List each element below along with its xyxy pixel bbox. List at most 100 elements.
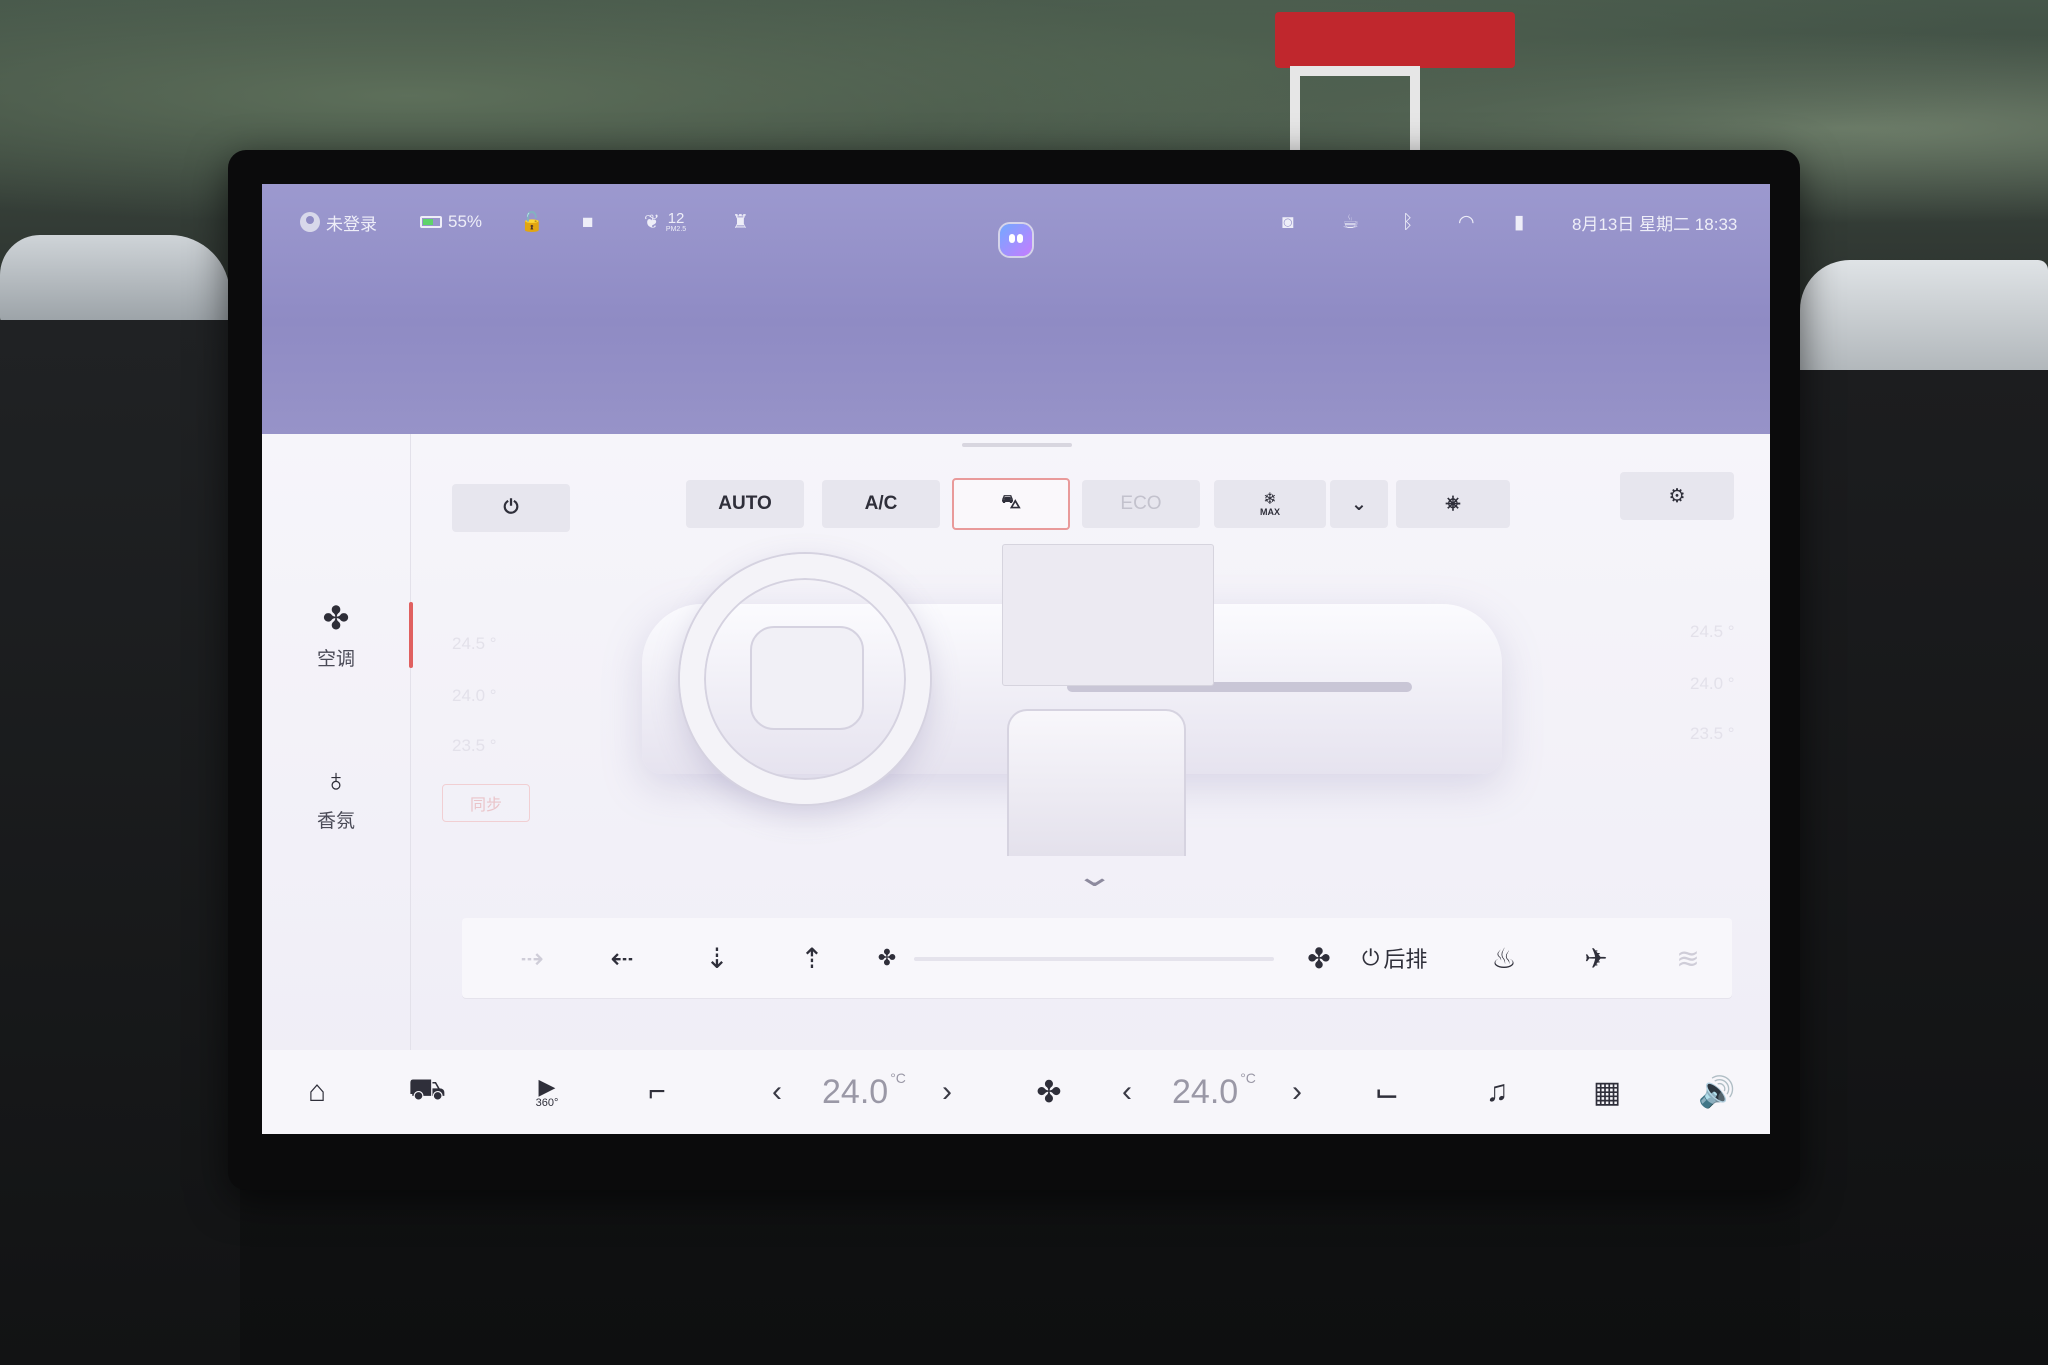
assistant-icon[interactable] xyxy=(1000,224,1032,256)
seat-massage-button[interactable]: ≋ xyxy=(1658,918,1718,998)
home-icon: ⌂ xyxy=(307,1075,327,1108)
camera-360-button[interactable]: ▶ 360° xyxy=(512,1050,582,1134)
alarm-icon: ♜ xyxy=(732,211,750,233)
right-scale-high: 24.5 ° xyxy=(1690,622,1735,641)
user-status[interactable]: 未登录 xyxy=(300,204,377,240)
airflow-bar: ⇢ ⇠ ⇣ ⇡ ✤ ✤ ⏻ 后排 ♨ ✈ ≋ xyxy=(462,918,1732,998)
user-label: 未登录 xyxy=(326,214,377,234)
coffee-status[interactable]: ☕ xyxy=(1342,204,1359,240)
seat-heat-icon: ♨ xyxy=(1491,942,1517,974)
sidebar-item-label: 香氛 xyxy=(316,811,355,832)
car-dashboard-left xyxy=(0,320,240,1365)
camera-status[interactable]: ■ xyxy=(582,204,593,240)
air-quality-status[interactable]: ❦ 12 PM2.5 xyxy=(644,204,686,240)
car-dashboard-right xyxy=(1800,370,2048,1365)
seat-heat-button[interactable]: ♨ xyxy=(1474,918,1534,998)
user-icon xyxy=(300,212,320,232)
coffee-cup-icon: ☕ xyxy=(1342,211,1360,233)
fan-button[interactable]: ✤ xyxy=(1014,1050,1084,1134)
max-defrost-button[interactable]: ❄ MAX xyxy=(1214,480,1326,528)
sidebar-item-label: 空调 xyxy=(316,649,355,670)
clock[interactable]: 8月13日 星期二 18:33 xyxy=(1572,204,1737,240)
airflow-windshield-icon: ⇡ xyxy=(800,942,824,974)
steering-heat-button[interactable]: ⎈ xyxy=(1396,480,1510,528)
right-scale-mid: 24.0 ° xyxy=(1690,674,1735,693)
ac-button[interactable]: A/C xyxy=(822,480,940,528)
background-sign-post xyxy=(1290,66,1420,150)
pm25-value: 12 xyxy=(667,210,685,227)
driver-temp[interactable]: 24.0 °C xyxy=(822,1050,906,1134)
airflow-face-button[interactable]: ⇠ xyxy=(592,918,652,998)
passenger-temp-down[interactable]: ‹ xyxy=(1122,1050,1132,1134)
more-modes-button[interactable]: ⌄ xyxy=(1330,480,1388,528)
driver-temp-up[interactable]: › xyxy=(942,1050,952,1134)
music-icon: ♫ xyxy=(1485,1075,1509,1108)
chevron-down-icon: ⌄ xyxy=(1351,493,1367,515)
right-scale-low: 23.5 ° xyxy=(1690,724,1735,743)
camera-360-label: 360° xyxy=(535,1096,559,1109)
panel-sidebar: ✤ 空调 ♁ 香氛 xyxy=(262,434,411,1050)
passenger-temp-up[interactable]: › xyxy=(1292,1050,1302,1134)
steering-hub-shape xyxy=(750,626,864,730)
volume-button[interactable]: 🔊 xyxy=(1682,1050,1752,1134)
airflow-face-icon: ⇠ xyxy=(610,942,634,974)
seat-vent-button[interactable]: ✈ xyxy=(1566,918,1626,998)
music-button[interactable]: ♫ xyxy=(1462,1050,1532,1134)
home-button[interactable]: ⌂ xyxy=(282,1050,352,1134)
bottom-dock: ⌂ ⛟ ▶ 360° ⌐ ‹ 24.0 °C › ✤ ‹ 24.0 °C › ⌙… xyxy=(262,1050,1770,1134)
panel-drag-handle[interactable] xyxy=(962,443,1072,447)
airflow-windshield-button[interactable]: ⇡ xyxy=(782,918,842,998)
background-car-left xyxy=(0,235,230,325)
signal-icon: ▮ xyxy=(1514,211,1525,233)
mirror-icon: ◙ xyxy=(1282,211,1294,233)
seat-right-icon: ⌙ xyxy=(1374,1075,1400,1109)
passenger-temp[interactable]: 24.0 °C xyxy=(1172,1050,1256,1134)
rear-climate-button[interactable]: ⏻ 后排 xyxy=(1362,918,1427,998)
steering-wheel-icon: ⎈ xyxy=(1445,493,1461,514)
driver-temp-down[interactable]: ‹ xyxy=(772,1050,782,1134)
battery-label: 55% xyxy=(448,212,483,231)
max-label: MAX xyxy=(1260,506,1280,517)
leaf-icon: ❦ xyxy=(644,211,660,233)
car-recirculation-icon: ⛍ xyxy=(1001,492,1021,513)
left-scale-mid: 24.0 ° xyxy=(452,686,497,705)
left-scale-high: 24.5 ° xyxy=(452,634,497,653)
camera-360-icon: ▶ xyxy=(538,1073,556,1099)
seat-vent-icon: ✈ xyxy=(1584,942,1608,974)
sidebar-item-climate[interactable]: ✤ 空调 xyxy=(262,602,410,671)
sync-button[interactable]: 同步 xyxy=(442,784,530,822)
vehicle-button[interactable]: ⛟ xyxy=(392,1050,462,1134)
gear-icon: ⚙ xyxy=(1668,485,1686,507)
apps-button[interactable]: ▦ xyxy=(1572,1050,1642,1134)
airflow-auto-icon: ⇢ xyxy=(520,942,544,974)
climate-settings-button[interactable]: ⚙ xyxy=(1620,472,1734,520)
expand-chevron-icon[interactable]: ⌄ xyxy=(1074,859,1114,894)
centre-console-shape xyxy=(1007,709,1186,856)
airflow-feet-button[interactable]: ⇣ xyxy=(687,918,747,998)
passenger-seat-button[interactable]: ⌙ xyxy=(1352,1050,1422,1134)
sidebar-item-fragrance[interactable]: ♁ 香氛 xyxy=(262,764,410,833)
eco-button[interactable]: ECO xyxy=(1082,480,1200,528)
car-icon: ⛟ xyxy=(408,1073,446,1106)
infotainment-screen: 未登录 55% 🔓 ■ ❦ 12 PM2.5 ♜ ◙ ☕ ᛒ ◠ ▮ 8月13日… xyxy=(262,184,1770,1134)
wifi-icon: ◠ xyxy=(1458,211,1475,233)
power-button[interactable]: ⏻ xyxy=(452,484,570,532)
centre-display-shape xyxy=(1002,544,1214,686)
background-sign xyxy=(1275,12,1515,68)
mirror-status[interactable]: ◙ xyxy=(1282,204,1293,240)
unlock-status[interactable]: 🔓 xyxy=(520,204,544,240)
wifi-status[interactable]: ◠ xyxy=(1458,204,1475,240)
pm25-label: PM2.5 xyxy=(665,226,687,233)
fragrance-icon: ♁ xyxy=(324,762,348,798)
alarm-status[interactable]: ♜ xyxy=(732,204,749,240)
camera-icon: ■ xyxy=(582,211,594,233)
fan-low-icon: ✤ xyxy=(877,945,897,970)
bluetooth-status[interactable]: ᛒ xyxy=(1402,204,1413,240)
recirculation-button[interactable]: ⛍ xyxy=(952,478,1070,530)
auto-button[interactable]: AUTO xyxy=(686,480,804,528)
driver-seat-button[interactable]: ⌐ xyxy=(622,1050,692,1134)
airflow-auto-button[interactable]: ⇢ xyxy=(502,918,562,998)
fan-speed-slider[interactable] xyxy=(914,957,1274,961)
seat-massage-icon: ≋ xyxy=(1676,942,1700,974)
airflow-feet-icon: ⇣ xyxy=(705,942,729,974)
